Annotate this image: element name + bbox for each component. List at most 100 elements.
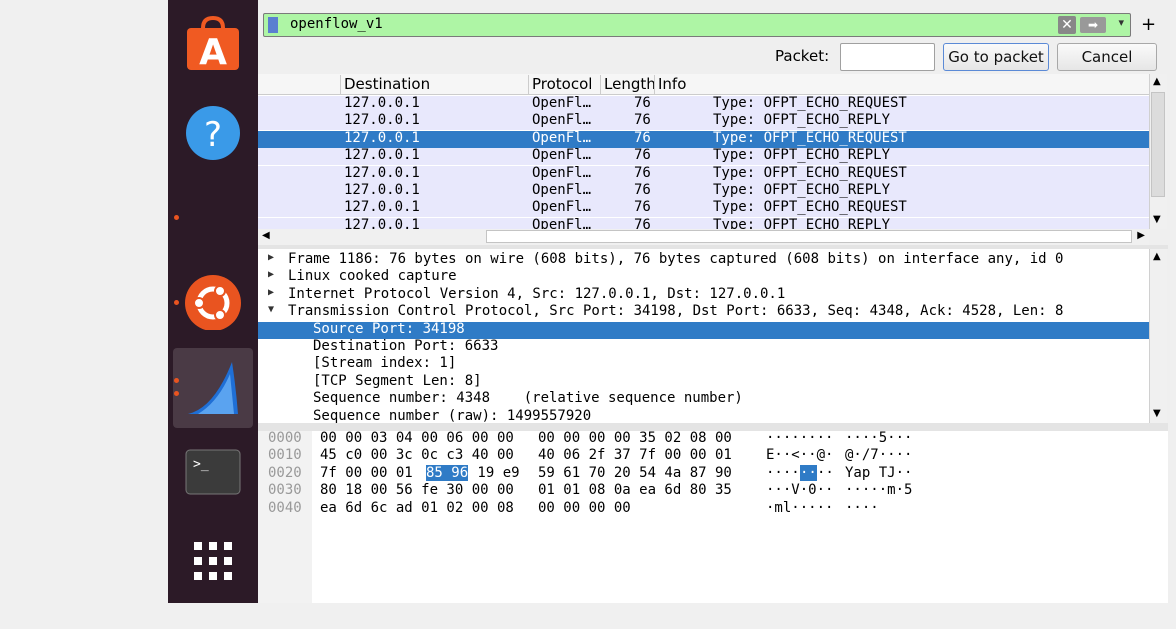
- bookmark-icon[interactable]: [268, 17, 278, 33]
- scroll-thumb[interactable]: [1151, 92, 1165, 197]
- column-length[interactable]: Length: [600, 75, 654, 94]
- byte-offset: 0020: [268, 464, 302, 481]
- detail-text: Linux cooked capture: [288, 268, 457, 285]
- packet-row[interactable]: 127.0.0.1 OpenFl… 76 Type: OFPT_ECHO_REPLY: [258, 182, 1149, 200]
- detail-row[interactable]: [Stream index: 1]: [258, 355, 1149, 373]
- packet-info: Type: OFPT_ECHO_REPLY: [713, 182, 891, 198]
- hex-group-a[interactable]: 00 00 03 04 00 06 00 00: [320, 430, 514, 446]
- ascii-highlight[interactable]: ··: [800, 464, 817, 481]
- display-filter-input[interactable]: openflow_v1 ✕ ➡ ▾: [263, 13, 1131, 37]
- packet-bytes-pane: 0000 00 00 03 04 00 06 00 00 00 00 00 00 3…: [258, 430, 1168, 603]
- go-to-packet-button[interactable]: Go to packet: [943, 43, 1049, 71]
- scroll-right-icon[interactable]: ▶: [1137, 230, 1145, 241]
- expander-closed-icon[interactable]: ▶: [268, 269, 274, 280]
- hex-highlight[interactable]: 85 96: [426, 464, 469, 481]
- add-filter-button[interactable]: +: [1141, 14, 1156, 35]
- bytes-row: 0040 ea 6d 6c ad 01 02 00 08 00 00 00 00 ·m…: [258, 499, 1168, 518]
- hex-group-b[interactable]: 00 00 00 00 35 02 08 00: [538, 430, 732, 446]
- ascii-group-b[interactable]: Yap TJ··: [845, 465, 912, 481]
- ascii-group-a2[interactable]: ··: [817, 465, 834, 481]
- packet-dst: 127.0.0.1: [344, 147, 420, 164]
- hex-group-b[interactable]: 59 61 70 20 54 4a 87 90: [538, 465, 732, 481]
- packet-row[interactable]: 127.0.0.1 OpenFl… 76 Type: OFPT_ECHO_REPLY: [258, 216, 1149, 229]
- bytes-row: 0030 80 18 00 56 fe 30 00 00 01 01 08 0a e…: [258, 482, 1168, 500]
- hex-group-b[interactable]: 01 01 08 0a ea 6d 80 35: [538, 482, 732, 498]
- packet-row[interactable]: 127.0.0.1 OpenFl… 76 Type: OFPT_ECHO_REQUES…: [258, 164, 1149, 183]
- ascii-group-a[interactable]: ·ml·····: [766, 500, 833, 516]
- ascii-group-a[interactable]: ········: [766, 430, 833, 446]
- packet-dst: 127.0.0.1: [344, 95, 420, 111]
- packet-row[interactable]: 127.0.0.1 OpenFl… 76 Type: OFPT_ECHO_REQUES…: [258, 95, 1149, 113]
- detail-row[interactable]: Sequence number: 4348 (relative sequence…: [258, 390, 1149, 408]
- column-info[interactable]: Info: [654, 75, 1148, 94]
- packet-list-hscroll[interactable]: ◀ ▶: [258, 229, 1149, 245]
- ascii-group-a[interactable]: ····: [766, 465, 800, 481]
- ascii-group-b[interactable]: ····: [845, 500, 879, 516]
- detail-row[interactable]: ▼ Transmission Control Protocol, Src Port…: [258, 303, 1149, 321]
- scroll-down-icon[interactable]: ▼: [1153, 214, 1161, 225]
- detail-text: Sequence number: 4348 (relative sequence…: [313, 390, 743, 407]
- scroll-left-icon[interactable]: ◀: [262, 230, 270, 241]
- packet-protocol: OpenFl…: [532, 95, 592, 111]
- bytes-row: 0020 7f 00 00 01 85 96 19 e9 59 61 70 20 5…: [258, 464, 1168, 483]
- packet-row[interactable]: 127.0.0.1 OpenFl… 76 Type: OFPT_ECHO_REPLY: [258, 112, 1149, 131]
- ubuntu-icon[interactable]: [184, 272, 242, 331]
- bytes-row: 0010 45 c0 00 3c 0c c3 40 00 40 06 2f 37 7…: [258, 447, 1168, 465]
- hex-group-a[interactable]: 7f 00 00 01: [320, 465, 421, 481]
- detail-row[interactable]: ▶ Linux cooked capture: [258, 268, 1149, 286]
- expander-closed-icon[interactable]: ▶: [268, 252, 274, 263]
- packet-protocol: OpenFl…: [532, 164, 592, 181]
- hex-group-b[interactable]: 00 00 00 00: [538, 500, 631, 516]
- detail-row[interactable]: ▶ Internet Protocol Version 4, Src: 127.0…: [258, 285, 1149, 304]
- packet-row[interactable]: 127.0.0.1 OpenFl… 76 Type: OFPT_ECHO_REQUES…: [258, 130, 1149, 148]
- hex-group-a[interactable]: 80 18 00 56 fe 30 00 00: [320, 482, 514, 498]
- detail-text: [TCP Segment Len: 8]: [313, 372, 482, 389]
- hscroll-thumb[interactable]: [486, 230, 1132, 243]
- packet-list: Destination Protocol Length Info 127.0.0…: [258, 74, 1149, 229]
- packet-row[interactable]: 127.0.0.1 OpenFl… 76 Type: OFPT_ECHO_REQUES…: [258, 199, 1149, 218]
- cancel-button[interactable]: Cancel: [1057, 43, 1157, 71]
- expander-open-icon[interactable]: ▼: [268, 304, 274, 315]
- help-icon[interactable]: ?: [184, 102, 242, 160]
- show-apps-icon[interactable]: [184, 532, 242, 590]
- column-protocol[interactable]: Protocol: [528, 75, 600, 94]
- hex-group-a[interactable]: 45 c0 00 3c 0c c3 40 00: [320, 447, 514, 463]
- detail-row[interactable]: Destination Port: 6633: [258, 338, 1149, 356]
- hex-group-b[interactable]: 40 06 2f 37 7f 00 00 01: [538, 447, 732, 463]
- detail-row[interactable]: Sequence number (raw): 1499557920: [258, 408, 1149, 423]
- detail-row[interactable]: ▶ Frame 1186: 76 bytes on wire (608 bits)…: [258, 251, 1149, 269]
- packet-number-input[interactable]: [840, 43, 935, 71]
- packet-length: 76: [634, 95, 651, 111]
- scroll-up-icon[interactable]: ▲: [1153, 251, 1161, 262]
- chevron-down-icon[interactable]: ▾: [1118, 16, 1124, 29]
- filter-text[interactable]: openflow_v1: [290, 16, 383, 32]
- bytes-row: 0000 00 00 03 04 00 06 00 00 00 00 00 00 3…: [258, 430, 1168, 448]
- scroll-up-icon[interactable]: ▲: [1153, 76, 1161, 87]
- detail-text: Internet Protocol Version 4, Src: 127.0.…: [288, 285, 786, 302]
- hex-group-a[interactable]: ea 6d 6c ad 01 02 00 08: [320, 500, 514, 516]
- packet-list-vscroll[interactable]: ▲ ▼: [1149, 74, 1167, 229]
- wireshark-icon[interactable]: [184, 358, 242, 416]
- ascii-group-a[interactable]: E··<··@·: [766, 447, 833, 463]
- detail-row[interactable]: [TCP Segment Len: 8]: [258, 372, 1149, 391]
- packet-row[interactable]: 127.0.0.1 OpenFl… 76 Type: OFPT_ECHO_REPLY: [258, 147, 1149, 166]
- packet-protocol: OpenFl…: [532, 112, 592, 129]
- ascii-group-b[interactable]: @·/7····: [845, 447, 912, 463]
- detail-row[interactable]: Source Port: 34198: [258, 321, 1149, 339]
- clear-icon[interactable]: ✕: [1058, 16, 1076, 34]
- ascii-group-a[interactable]: ···V·0··: [766, 482, 833, 498]
- byte-offset: 0040: [268, 499, 302, 516]
- ascii-group-b[interactable]: ····5···: [845, 430, 912, 446]
- hex-group-a2[interactable]: 19 e9: [469, 465, 519, 481]
- terminal-icon[interactable]: >_: [184, 444, 242, 502]
- column-destination[interactable]: Destination: [340, 75, 528, 94]
- svg-text:?: ?: [204, 115, 222, 155]
- app-center-icon[interactable]: A: [184, 14, 242, 73]
- apply-arrow-icon[interactable]: ➡: [1080, 17, 1106, 33]
- packet-protocol: OpenFl…: [532, 216, 592, 229]
- scroll-down-icon[interactable]: ▼: [1153, 408, 1161, 419]
- ascii-group-b[interactable]: ·····m·5: [845, 482, 912, 498]
- details-vscroll[interactable]: ▲ ▼: [1149, 249, 1167, 423]
- expander-closed-icon[interactable]: ▶: [268, 287, 274, 298]
- detail-text: Transmission Control Protocol, Src Port:…: [288, 303, 1064, 320]
